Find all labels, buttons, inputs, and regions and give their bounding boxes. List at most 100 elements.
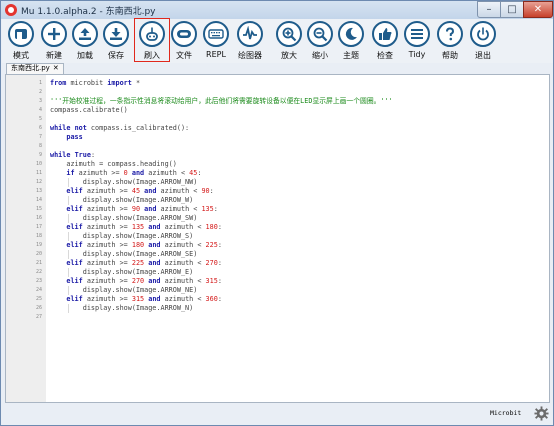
line-number: 2 bbox=[38, 89, 42, 95]
line-number: 27 bbox=[35, 314, 42, 320]
line-number: 20 bbox=[35, 251, 42, 257]
tab-label: 东南西北.py bbox=[11, 64, 50, 72]
line-number: 19 bbox=[35, 242, 42, 248]
check-icon bbox=[379, 28, 392, 40]
device-mode-label: Microbit bbox=[490, 409, 522, 417]
line-number: 4 bbox=[38, 107, 42, 113]
toolbar-icon-circle bbox=[171, 21, 197, 47]
code-line: elif azimuth >= 90 and azimuth < 135: bbox=[66, 205, 218, 213]
tab-file[interactable]: 东南西北.py ✕ bbox=[6, 63, 64, 74]
indent-guide bbox=[68, 196, 70, 205]
toolbar-icon-circle bbox=[437, 21, 463, 47]
line-number: 25 bbox=[35, 296, 42, 302]
code-line: elif azimuth >= 315 and azimuth < 360: bbox=[66, 295, 222, 303]
line-number: 16 bbox=[35, 215, 42, 221]
code-line: display.show(Image.ARROW_SW) bbox=[50, 214, 198, 222]
indent-guide bbox=[68, 268, 70, 277]
close-button[interactable]: ✕ bbox=[523, 1, 553, 18]
line-number: 17 bbox=[35, 224, 42, 230]
mode-icon bbox=[15, 29, 27, 39]
line-number: 12 bbox=[35, 179, 42, 185]
code-line: compass.calibrate() bbox=[50, 106, 128, 114]
status-bar: Microbit bbox=[2, 403, 553, 425]
line-number: 6 bbox=[38, 125, 42, 131]
line-number: 11 bbox=[35, 170, 42, 176]
toolbar-icon-circle bbox=[404, 21, 430, 47]
plotter-icon bbox=[243, 26, 257, 40]
plus-icon bbox=[48, 28, 60, 40]
code-line: elif azimuth >= 135 and azimuth < 180: bbox=[66, 223, 222, 231]
line-number: 23 bbox=[35, 278, 42, 284]
code-line: display.show(Image.ARROW_NW) bbox=[50, 178, 198, 186]
app-logo-icon bbox=[5, 4, 17, 16]
minimize-button[interactable]: – bbox=[477, 1, 501, 18]
code-editor[interactable]: 1 2 3 4 5 6 7 8 9 10 11 12 13 14 15 16 17 18 19 20 21 22 23 24 2… bbox=[5, 74, 550, 403]
theme-icon bbox=[345, 27, 357, 40]
code-line: elif azimuth >= 225 and azimuth < 270: bbox=[66, 259, 222, 267]
code-line: elif azimuth >= 45 and azimuth < 90: bbox=[66, 187, 214, 195]
code-line: display.show(Image.ARROW_SE) bbox=[50, 250, 198, 258]
indent-guide bbox=[68, 178, 70, 187]
indent-guide bbox=[68, 250, 70, 259]
toolbar-label: 绘图器 bbox=[238, 51, 262, 60]
toolbar-icon-circle bbox=[470, 21, 496, 47]
toolbar-icon-circle bbox=[237, 21, 263, 47]
code-line: elif azimuth >= 180 and azimuth < 225: bbox=[66, 241, 222, 249]
flash-icon bbox=[146, 27, 158, 41]
line-number: 9 bbox=[38, 152, 42, 158]
keyboard-icon bbox=[208, 29, 224, 39]
toolbar-icon-circle bbox=[72, 21, 98, 47]
indent-guide bbox=[68, 304, 70, 313]
toolbar-icon-circle bbox=[276, 21, 302, 47]
zoom-in-icon bbox=[282, 27, 297, 42]
maximize-button[interactable]: □ bbox=[500, 1, 524, 18]
toolbar-button-7[interactable]: 绘图器 bbox=[234, 20, 266, 62]
line-number: 24 bbox=[35, 287, 42, 293]
code-line: '''开始校准过程，一条指示性消息将滚动给用户，此后他们将需要旋转设备以便在LE… bbox=[50, 97, 393, 105]
tab-close-icon[interactable]: ✕ bbox=[53, 64, 59, 72]
toolbar-icon-circle bbox=[8, 21, 34, 47]
app-window: Mu 1.1.0.alpha.2 - 东南西北.py – □ ✕ 模式 新建 加载保… bbox=[0, 0, 554, 426]
toolbar-button-3[interactable]: 保存 bbox=[100, 20, 132, 62]
toolbar: 模式 新建 加载 保存 刷入 文件 REPL 绘图器 放大 缩小 主题 检查 Tidy 帮助 退出 bbox=[2, 18, 553, 63]
code-line: display.show(Image.ARROW_W) bbox=[50, 196, 194, 204]
toolbar-icon-circle bbox=[139, 21, 165, 47]
line-number: 10 bbox=[35, 161, 42, 167]
indent-guide bbox=[68, 286, 70, 295]
line-number: 3 bbox=[38, 98, 42, 104]
line-number: 8 bbox=[38, 143, 42, 149]
line-number: 26 bbox=[35, 305, 42, 311]
line-number: 22 bbox=[35, 269, 42, 275]
line-number: 5 bbox=[38, 116, 42, 122]
code-line: display.show(Image.ARROW_N) bbox=[50, 304, 194, 312]
line-number: 1 bbox=[38, 80, 42, 86]
code-line: while not compass.is_calibrated(): bbox=[50, 124, 190, 132]
toolbar-label: 退出 bbox=[475, 51, 491, 60]
zoom-out-icon bbox=[313, 27, 328, 42]
code-line: azimuth = compass.heading() bbox=[50, 160, 177, 168]
gear-icon[interactable] bbox=[534, 406, 549, 421]
line-number: 15 bbox=[35, 206, 42, 212]
quit-icon bbox=[477, 27, 489, 41]
line-number: 21 bbox=[35, 260, 42, 266]
toolbar-icon-circle bbox=[203, 21, 229, 47]
files-icon bbox=[177, 30, 191, 38]
save-icon bbox=[110, 28, 122, 40]
line-number: 13 bbox=[35, 188, 42, 194]
help-icon bbox=[446, 27, 455, 41]
indent-guide bbox=[68, 214, 70, 223]
title-bar: Mu 1.1.0.alpha.2 - 东南西北.py – □ ✕ bbox=[1, 1, 553, 19]
window-title: Mu 1.1.0.alpha.2 - 东南西北.py bbox=[21, 7, 156, 17]
line-number-gutter: 1 2 3 4 5 6 7 8 9 10 11 12 13 14 15 16 17 18 19 20 21 22 23 24 2… bbox=[6, 75, 46, 402]
line-number: 18 bbox=[35, 233, 42, 239]
code-line: from microbit import * bbox=[50, 79, 141, 87]
toolbar-icon-circle bbox=[41, 21, 67, 47]
toolbar-icon-circle bbox=[103, 21, 129, 47]
code-line: while True: bbox=[50, 151, 96, 159]
code-line: if azimuth >= 0 and azimuth < 45: bbox=[66, 169, 202, 177]
toolbar-icon-circle bbox=[307, 21, 333, 47]
code-line: display.show(Image.ARROW_E) bbox=[50, 268, 194, 276]
toolbar-icon-circle bbox=[338, 21, 364, 47]
tab-strip: 东南西北.py ✕ bbox=[2, 63, 553, 74]
toolbar-button-14[interactable]: 退出 bbox=[467, 20, 499, 62]
